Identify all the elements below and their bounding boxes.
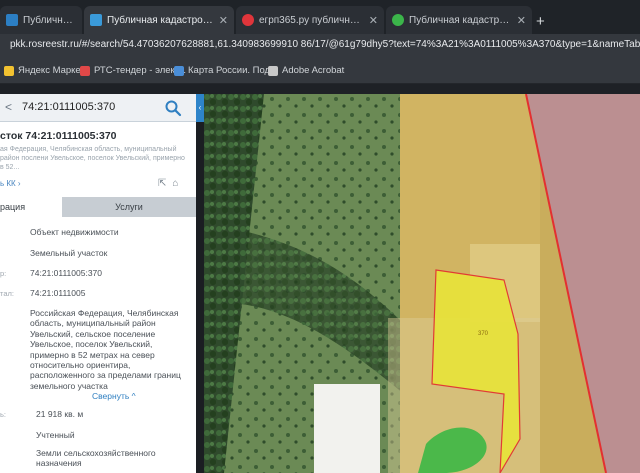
cad-number-value: 74:21:0111005:370 [30,268,103,278]
area-value: 21 918 кв. м [36,409,84,419]
address-bar[interactable]: pkk.rosreestr.ru/#/search/54.47036207628… [0,34,640,58]
bookmark-icon [174,65,184,76]
share-print-icons[interactable]: ⇱⌂ [158,178,184,189]
tab-label: егрп365.ру публичная кадастров [259,14,363,26]
favicon-icon [6,14,18,26]
bookmark-label: Яндекс Маркет [18,65,85,76]
browser-tab-3[interactable]: егрп365.ру публичная кадастров ✕ [236,6,384,34]
collapse-link[interactable]: Свернуть ^ [92,391,136,401]
browser-tab-strip: Публичная кадастровая карта Публичная ка… [0,0,640,34]
tab-information[interactable]: рация [0,197,62,217]
bookmark-rts-tender[interactable]: РТС-тендер - элект... [80,65,186,76]
bookmark-adobe-acrobat[interactable]: Adobe Acrobat [268,65,344,76]
close-tab-icon[interactable]: ✕ [369,14,378,27]
tab-label: Публичная кадастровая карта [107,14,213,26]
quarter-value: 74:21:0111005 [30,288,86,298]
object-type-value: Объект недвижимости [30,227,119,237]
favicon-icon [90,14,102,26]
back-icon[interactable]: < [5,100,12,114]
satellite-map [204,94,640,473]
tab-services[interactable]: Услуги [62,197,196,217]
area-label: ь: [0,410,6,419]
kk-link[interactable]: ь КК › [0,179,21,188]
bookmark-label: РТС-тендер - элект... [94,65,187,76]
url-text: pkk.rosreestr.ru/#/search/54.47036207628… [10,39,640,50]
favicon-icon [392,14,404,26]
close-tab-icon[interactable]: ✕ [219,14,228,27]
address-value: Российская Федерация, Челябинская област… [30,308,181,391]
object-subtitle: ая Федерация, Челябинская область, муниц… [0,146,185,171]
browser-tab-1[interactable]: Публичная кадастровая карта [0,6,82,34]
bookmark-icon [268,65,278,76]
bookmark-label: Adobe Acrobat [282,65,345,76]
new-tab-button[interactable]: + [536,13,545,30]
search-input[interactable]: 74:21:0111005:370 [22,101,115,113]
bookmark-icon [80,65,90,76]
bookmark-label: Карта России. Под... [188,65,279,76]
bookmark-icon [4,65,14,76]
browser-tab-4[interactable]: Публичная кадастровая карта ✕ [386,6,532,34]
favicon-icon [242,14,254,26]
bookmark-karta-rossii[interactable]: Карта России. Под... [174,65,278,76]
search-icon[interactable] [164,99,182,117]
panel-collapse-button[interactable]: ‹ [196,94,204,122]
page-top-band [0,84,640,94]
screen: Публичная кадастровая карта Публичная ка… [0,0,640,473]
info-tabs: рация Услуги [0,197,196,217]
cad-number-label: р: [0,269,7,278]
close-tab-icon[interactable]: ✕ [517,14,526,27]
quarter-label: тал: [0,289,14,298]
object-kind-value: Земельный участок [30,248,108,258]
bookmarks-bar: Яндекс Маркет РТС-тендер - элект... Карт… [0,58,640,84]
browser-tab-2[interactable]: Публичная кадастровая карта ✕ [84,6,234,34]
category-value: Земли сельскохозяйственного назначения [36,448,156,468]
status-value: Учтенный [36,430,75,440]
parcel-label: 370 [478,331,489,337]
info-panel: < 74:21:0111005:370 сток 74:21:0111005:3… [0,94,196,473]
tab-label: Публичная кадастровая карта [409,14,511,26]
bookmark-yandex-market[interactable]: Яндекс Маркет [4,65,85,76]
tab-label: Публичная кадастровая карта [23,14,76,26]
search-box[interactable]: < 74:21:0111005:370 [0,94,196,122]
object-title: сток 74:21:0111005:370 [0,130,117,142]
map-view[interactable]: 370 [204,94,640,473]
